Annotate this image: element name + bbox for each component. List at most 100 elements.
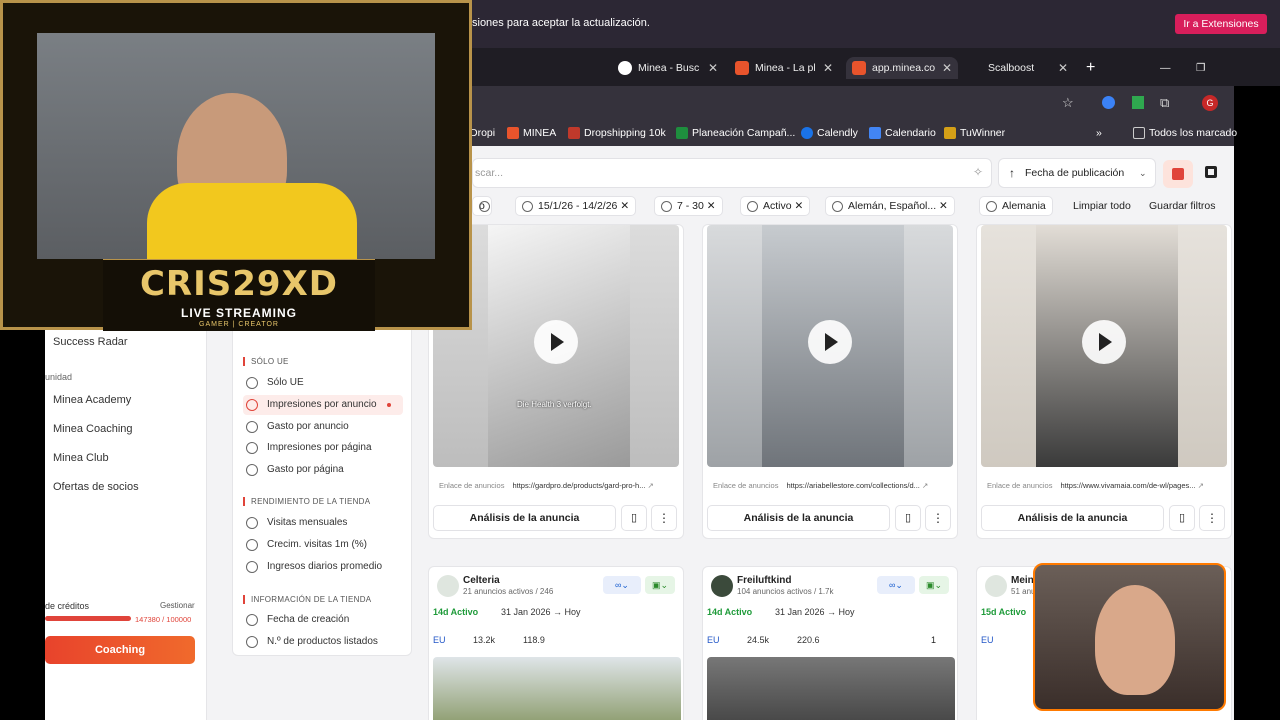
close-tab-icon[interactable]: ✕: [708, 57, 718, 79]
sparkle-icon[interactable]: ✧: [973, 165, 983, 179]
sidebar-item-club[interactable]: Minea Club: [53, 452, 109, 464]
bookmark-planeacion[interactable]: Planeación Campañ...: [676, 126, 795, 140]
sidebar-item-academy[interactable]: Minea Academy: [53, 394, 131, 406]
ad-analysis-button[interactable]: Análisis de la anuncia: [433, 505, 616, 531]
manage-credits-link[interactable]: Gestionar: [160, 601, 195, 610]
bookmark-all[interactable]: Todos los marcado: [1133, 126, 1237, 140]
star-icon[interactable]: ☆: [1062, 95, 1074, 111]
filter-visitas[interactable]: Visitas mensuales: [243, 513, 403, 533]
tab-app-minea[interactable]: app.minea.co ✕: [846, 57, 958, 79]
bookmark-label: Calendly: [817, 127, 858, 139]
search-input[interactable]: scar... ✧: [472, 158, 992, 188]
ad-link[interactable]: https://gardpro.de/products/gard-pro-h..…: [512, 481, 645, 490]
ad-link[interactable]: https://ariabellestore.com/collections/d…: [786, 481, 919, 490]
filter-ingresos[interactable]: Ingresos diarios promedio: [243, 557, 403, 577]
chip-label: Alemania: [1002, 200, 1046, 212]
dollar-icon: [246, 421, 258, 433]
credits-progress-bar: [45, 616, 131, 621]
spend-value: 118.9: [523, 635, 545, 645]
go-to-extensions-button[interactable]: Ir a Extensiones: [1175, 14, 1267, 34]
bookmark-tuwinner[interactable]: TuWinner: [944, 126, 1005, 140]
filter-productos[interactable]: N.º de productos listados: [243, 632, 403, 652]
tab-minea-la-pl[interactable]: Minea - La pl ✕: [735, 57, 833, 79]
play-icon[interactable]: [1082, 320, 1126, 364]
bookmark-icon[interactable]: ▯: [1169, 505, 1195, 531]
copies-count: 1: [931, 635, 937, 645]
filter-impresiones-anuncio[interactable]: Impresiones por anuncio: [243, 395, 403, 415]
download-extension-icon[interactable]: [1132, 96, 1144, 109]
shopify-icon[interactable]: ▣⌄: [919, 576, 949, 594]
shop-card[interactable]: Freiluftkind 104 anuncios activos / 1.7k…: [702, 566, 958, 720]
globe-icon: [246, 377, 258, 389]
meta-icon[interactable]: ∞⌄: [877, 576, 915, 594]
chip-label: Activo: [763, 200, 792, 212]
shopify-icon[interactable]: ▣⌄: [645, 576, 675, 594]
shop-logo: [711, 575, 733, 597]
meta-icon[interactable]: ∞⌄: [603, 576, 641, 594]
bookmark-calendly[interactable]: Calendly: [801, 126, 858, 140]
close-tab-icon[interactable]: ✕: [1058, 57, 1068, 79]
filter-header-solo-ue: SÓLO UE: [243, 357, 289, 366]
ad-video-thumbnail[interactable]: [981, 225, 1227, 467]
more-options-icon[interactable]: ⋮: [651, 505, 677, 531]
bookmark-icon[interactable]: ▯: [895, 505, 921, 531]
play-icon[interactable]: [534, 320, 578, 364]
bookmark-icon[interactable]: ▯: [621, 505, 647, 531]
filter-header-info: INFORMACIÓN DE LA TIENDA: [243, 595, 371, 604]
filter-chip-country[interactable]: Alemania: [979, 196, 1053, 216]
eu-badge: EU: [433, 635, 446, 645]
bookmarks-overflow-icon[interactable]: »: [1096, 126, 1102, 140]
minea-icon: [507, 127, 519, 140]
eu-badge: EU: [981, 635, 994, 645]
filter-chip-range[interactable]: 7 - 30 ✕: [654, 196, 723, 216]
bookmark-label: Calendario: [885, 127, 936, 139]
tab-scalboost[interactable]: Scalboost ✕: [988, 57, 1068, 79]
filter-chip-active[interactable]: Activo ✕: [740, 196, 811, 216]
profile-avatar[interactable]: G: [1202, 95, 1218, 111]
filter-solo-ue[interactable]: Sólo UE: [243, 373, 403, 393]
bookmark-calendario[interactable]: Calendario: [869, 126, 936, 140]
ad-video-thumbnail[interactable]: [707, 225, 953, 467]
extension-icon[interactable]: [1102, 96, 1115, 109]
filter-gasto-anuncio[interactable]: Gasto por anuncio: [243, 417, 403, 437]
bookmark-label: TuWinner: [960, 127, 1006, 139]
filter-label: Visitas mensuales: [267, 517, 348, 528]
sidebar-item-coaching[interactable]: Minea Coaching: [53, 423, 133, 435]
layout-icon[interactable]: [1205, 166, 1217, 178]
grid-view-button[interactable]: [1163, 160, 1193, 188]
restore-icon[interactable]: ❐: [1196, 57, 1205, 79]
bookmark-dropi[interactable]: Dropi: [470, 126, 495, 140]
dollar-icon: [246, 464, 258, 476]
puzzle-icon[interactable]: ⧉: [1160, 95, 1169, 111]
close-tab-icon[interactable]: ✕: [823, 57, 833, 79]
more-options-icon[interactable]: ⋮: [925, 505, 951, 531]
filter-chip-date[interactable]: 15/1/26 - 14/2/26 ✕: [515, 196, 637, 216]
play-icon[interactable]: [808, 320, 852, 364]
ad-analysis-button[interactable]: Análisis de la anuncia: [707, 505, 890, 531]
save-filters-link[interactable]: Guardar filtros: [1149, 200, 1216, 212]
sidebar-item-partners[interactable]: Ofertas de socios: [53, 481, 139, 493]
more-options-icon[interactable]: ⋮: [1199, 505, 1225, 531]
bookmark-dropshipping[interactable]: Dropshipping 10k: [568, 126, 666, 140]
filter-crecim[interactable]: Crecim. visitas 1m (%): [243, 535, 403, 555]
filter-gasto-pagina[interactable]: Gasto por página: [243, 460, 403, 480]
filter-fecha-creacion[interactable]: Fecha de creación: [243, 610, 403, 630]
streamer-webcam-overlay: CRIS29XD LIVE STREAMING GAMER | CREATOR: [0, 0, 472, 331]
filter-chip-partial[interactable]: o: [472, 196, 492, 216]
minimize-icon[interactable]: —: [1160, 57, 1171, 79]
sort-label: Fecha de publicación: [1025, 167, 1125, 179]
bookmark-minea[interactable]: MINEA: [507, 126, 556, 140]
coaching-button[interactable]: Coaching: [45, 636, 195, 664]
close-tab-icon[interactable]: ✕: [942, 57, 952, 79]
sort-dropdown[interactable]: ↑ Fecha de publicación ⌄: [998, 158, 1156, 188]
clear-all-link[interactable]: Limpiar todo: [1073, 200, 1131, 212]
filter-impresiones-pagina[interactable]: Impresiones por página: [243, 438, 403, 458]
ad-link[interactable]: https://www.vivamaia.com/de-wl/pages...: [1060, 481, 1195, 490]
shop-card[interactable]: Celteria 21 anuncios activos / 246 ∞⌄ ▣⌄…: [428, 566, 684, 720]
new-tab-icon[interactable]: +: [1086, 57, 1095, 79]
ad-analysis-button[interactable]: Análisis de la anuncia: [981, 505, 1164, 531]
filter-chip-language[interactable]: Alemán, Español... ✕: [825, 196, 955, 216]
gamer-creator-label: GAMER | CREATOR: [199, 321, 279, 328]
tab-minea-busc[interactable]: Minea - Busc ✕: [618, 57, 718, 79]
sidebar-item-success-radar[interactable]: Success Radar: [53, 336, 128, 348]
